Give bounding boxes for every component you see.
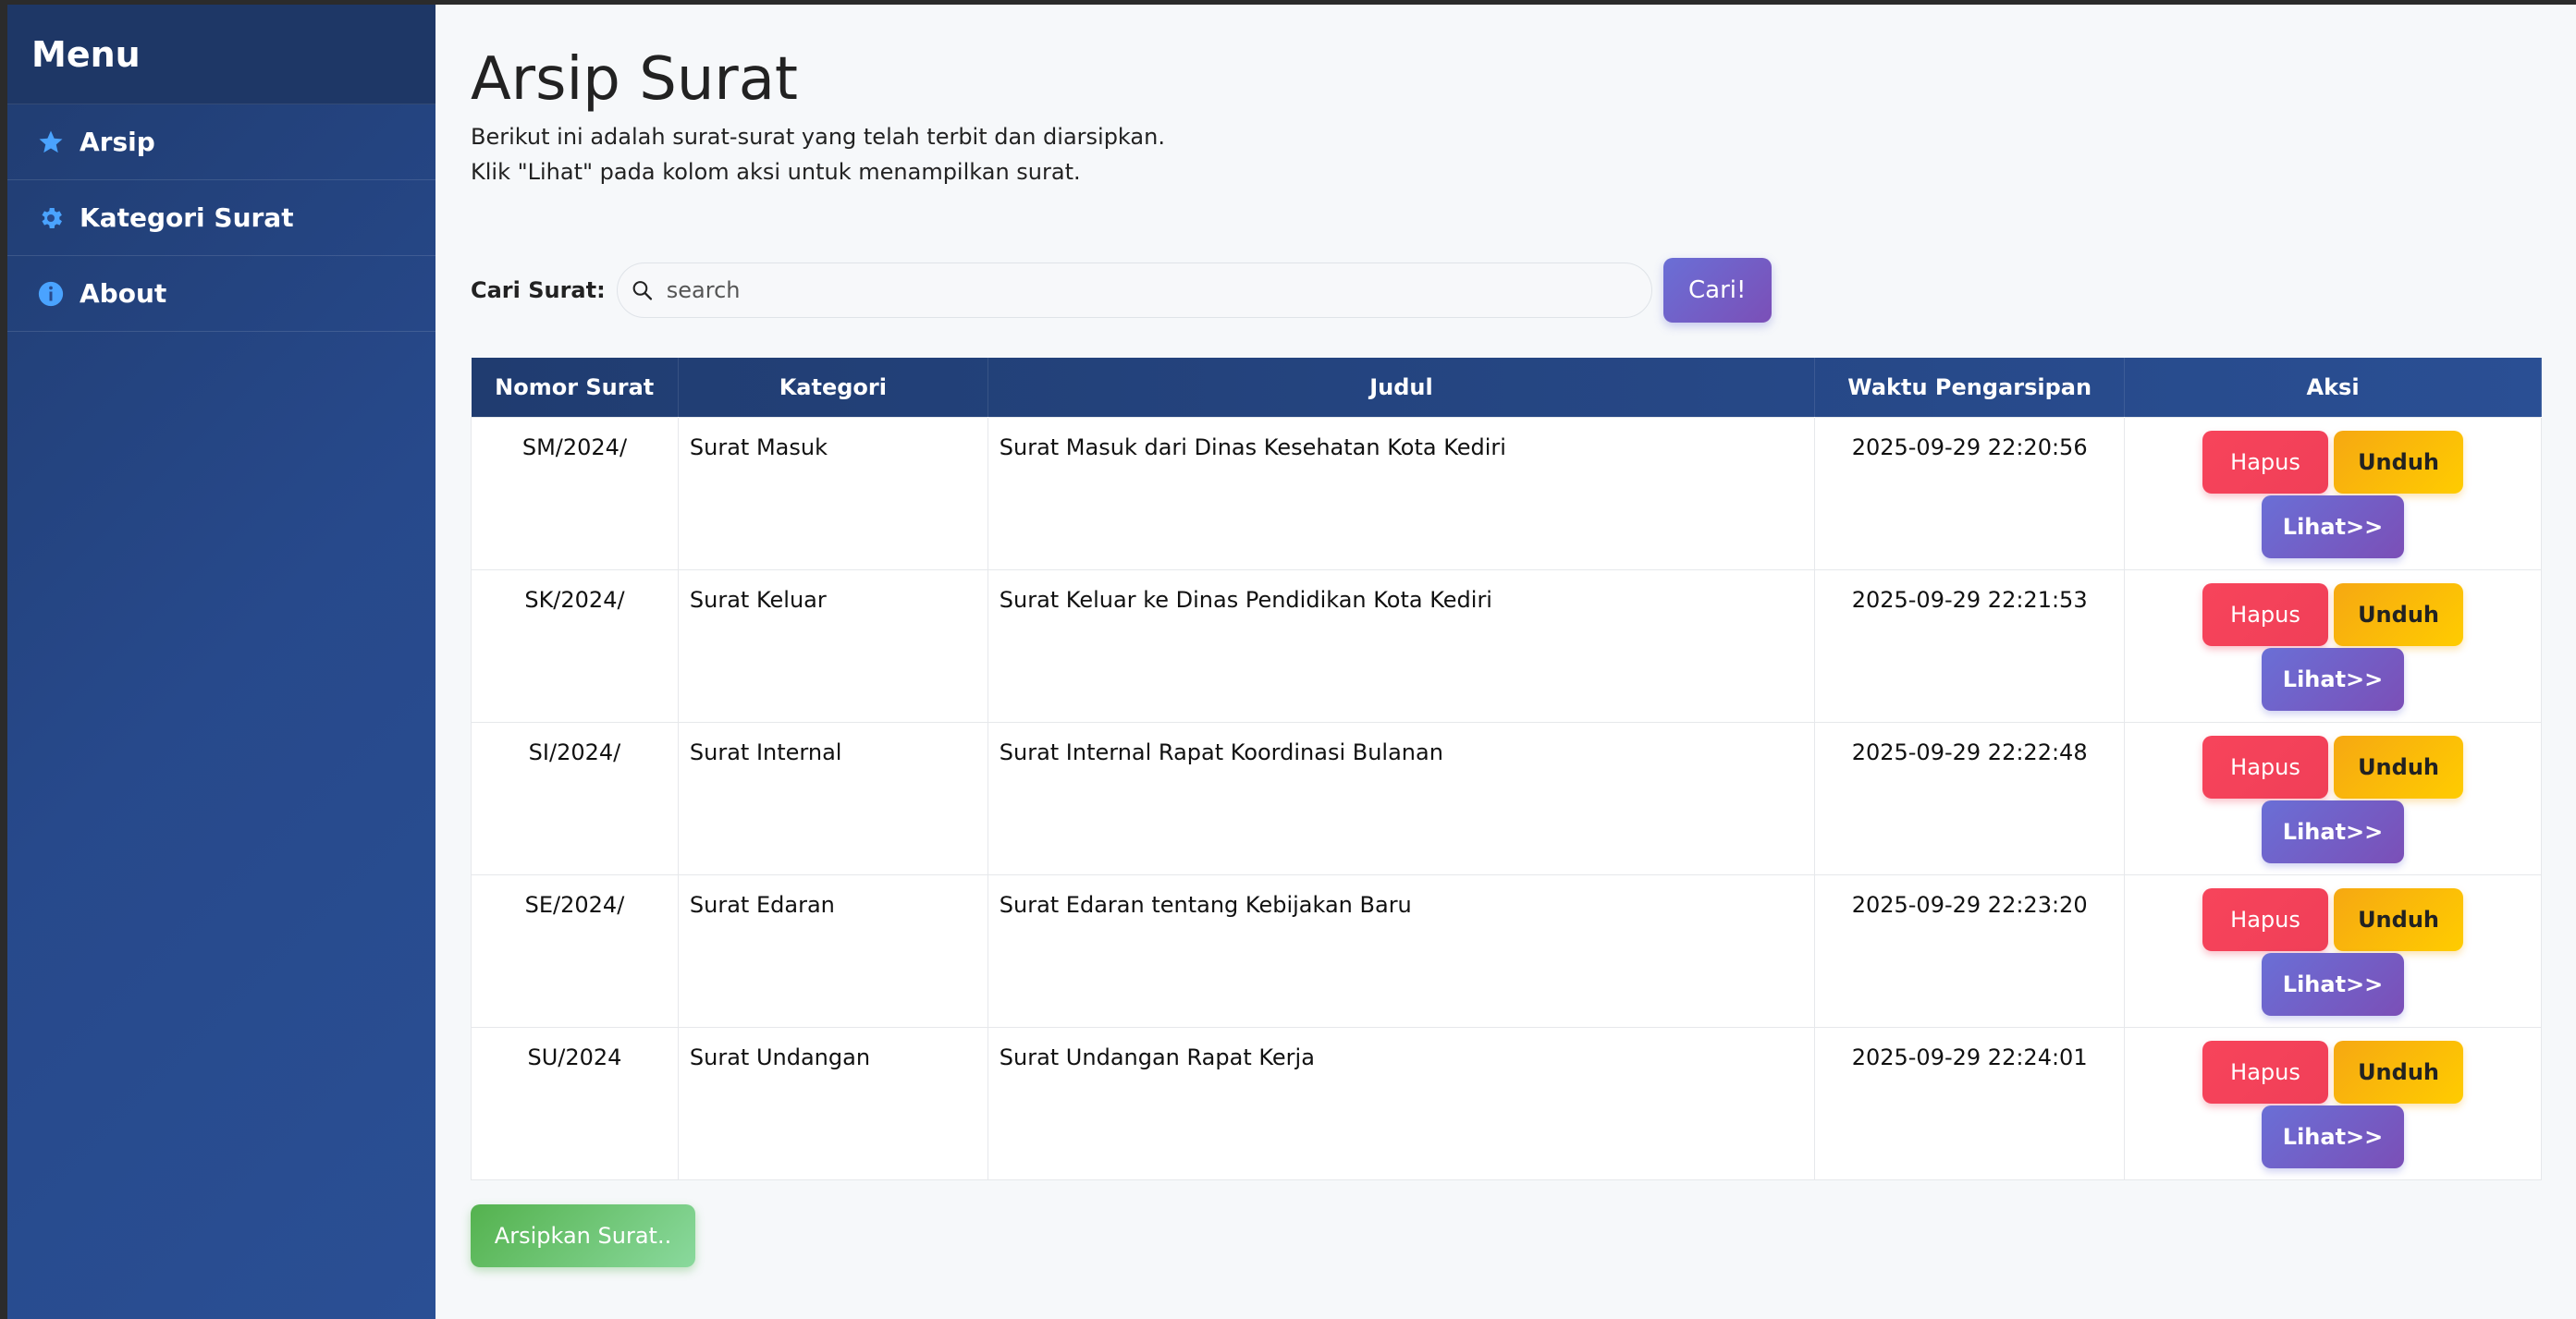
- cell-aksi: Hapus Unduh Lihat>>: [2124, 721, 2542, 875]
- sidebar-item-label: Kategori Surat: [80, 202, 294, 233]
- sidebar: Menu Arsip Kategori Surat About: [7, 5, 435, 1319]
- cell-waktu: 2025-09-29 22:22:48: [1814, 721, 2126, 875]
- search-label: Cari Surat:: [471, 277, 606, 303]
- sidebar-header: Menu: [7, 5, 435, 104]
- cell-judul: Surat Edaran tentang Kebijakan Baru: [987, 873, 1816, 1028]
- table-header-row: Nomor Surat Kategori Judul Waktu Pengars…: [471, 358, 2542, 417]
- cell-nomor-surat: SI/2024/: [471, 721, 679, 875]
- sidebar-item-label: Arsip: [80, 127, 155, 157]
- cell-judul: Surat Keluar ke Dinas Pendidikan Kota Ke…: [987, 568, 1816, 723]
- archive-table: Nomor Surat Kategori Judul Waktu Pengars…: [471, 358, 2542, 1180]
- table-row: SK/2024/ Surat Keluar Surat Keluar ke Di…: [471, 568, 2542, 723]
- unduh-button[interactable]: Unduh: [2334, 430, 2464, 494]
- description-line: Berikut ini adalah surat-surat yang tela…: [471, 124, 1165, 150]
- cell-waktu: 2025-09-29 22:24:01: [1814, 1026, 2126, 1180]
- hapus-button[interactable]: Hapus: [2202, 430, 2329, 494]
- cell-kategori: Surat Undangan: [677, 1026, 988, 1180]
- search-input[interactable]: [666, 277, 1651, 303]
- sidebar-title: Menu: [31, 33, 141, 75]
- hapus-button[interactable]: Hapus: [2202, 735, 2329, 799]
- column-header-waktu-pengarsipan[interactable]: Waktu Pengarsipan: [1814, 358, 2126, 417]
- page-description: Berikut ini adalah surat-surat yang tela…: [471, 119, 2542, 189]
- cell-judul: Surat Internal Rapat Koordinasi Bulanan: [987, 721, 1816, 875]
- search-box[interactable]: [616, 263, 1652, 318]
- sidebar-item-kategori-surat[interactable]: Kategori Surat: [7, 180, 435, 256]
- cell-kategori: Surat Keluar: [677, 568, 988, 723]
- cell-waktu: 2025-09-29 22:23:20: [1814, 873, 2126, 1028]
- lihat-button[interactable]: Lihat>>: [2262, 800, 2405, 863]
- cell-waktu: 2025-09-29 22:20:56: [1814, 416, 2126, 570]
- table-row: SE/2024/ Surat Edaran Surat Edaran tenta…: [471, 873, 2542, 1028]
- column-header-aksi: Aksi: [2124, 358, 2542, 417]
- unduh-button[interactable]: Unduh: [2334, 1040, 2464, 1104]
- cell-judul: Surat Undangan Rapat Kerja: [987, 1026, 1816, 1180]
- cell-aksi: Hapus Unduh Lihat>>: [2124, 1026, 2542, 1180]
- search-icon: [632, 281, 652, 300]
- cell-nomor-surat: SK/2024/: [471, 568, 679, 723]
- sidebar-item-arsip[interactable]: Arsip: [7, 104, 435, 180]
- lihat-button[interactable]: Lihat>>: [2262, 647, 2405, 711]
- column-header-kategori[interactable]: Kategori: [678, 358, 988, 417]
- cell-aksi: Hapus Unduh Lihat>>: [2124, 873, 2542, 1028]
- sidebar-item-about[interactable]: About: [7, 256, 435, 332]
- cell-nomor-surat: SM/2024/: [471, 416, 679, 570]
- table-row: SU/2024 Surat Undangan Surat Undangan Ra…: [471, 1026, 2542, 1180]
- hapus-button[interactable]: Hapus: [2202, 582, 2329, 646]
- cell-kategori: Surat Edaran: [677, 873, 988, 1028]
- unduh-button[interactable]: Unduh: [2334, 735, 2464, 799]
- unduh-button[interactable]: Unduh: [2334, 887, 2464, 951]
- info-icon: [35, 278, 67, 310]
- table-row: SI/2024/ Surat Internal Surat Internal R…: [471, 721, 2542, 875]
- sidebar-item-label: About: [80, 278, 167, 309]
- cell-waktu: 2025-09-29 22:21:53: [1814, 568, 2126, 723]
- search-button[interactable]: Cari!: [1662, 258, 1772, 323]
- cell-aksi: Hapus Unduh Lihat>>: [2124, 568, 2542, 723]
- hapus-button[interactable]: Hapus: [2202, 1040, 2329, 1104]
- cell-aksi: Hapus Unduh Lihat>>: [2124, 416, 2542, 570]
- search-row: Cari Surat: Cari!: [471, 258, 2542, 323]
- star-icon: [35, 127, 67, 158]
- cell-nomor-surat: SU/2024: [471, 1026, 679, 1180]
- app-window: Menu Arsip Kategori Surat About Arsip Su…: [7, 5, 2576, 1319]
- lihat-button[interactable]: Lihat>>: [2262, 495, 2405, 558]
- gear-icon: [35, 202, 67, 234]
- unduh-button[interactable]: Unduh: [2334, 582, 2464, 646]
- cell-kategori: Surat Masuk: [677, 416, 988, 570]
- cell-nomor-surat: SE/2024/: [471, 873, 679, 1028]
- hapus-button[interactable]: Hapus: [2202, 887, 2329, 951]
- arsipkan-surat-button[interactable]: Arsipkan Surat..: [471, 1203, 695, 1267]
- cell-kategori: Surat Internal: [677, 721, 988, 875]
- column-header-judul[interactable]: Judul: [987, 358, 1816, 417]
- main-content: Arsip Surat Berikut ini adalah surat-sur…: [435, 5, 2576, 1319]
- table-row: SM/2024/ Surat Masuk Surat Masuk dari Di…: [471, 416, 2542, 570]
- lihat-button[interactable]: Lihat>>: [2262, 1105, 2405, 1168]
- cell-judul: Surat Masuk dari Dinas Kesehatan Kota Ke…: [987, 416, 1816, 570]
- page-title: Arsip Surat: [471, 45, 798, 114]
- description-line: Klik "Lihat" pada kolom aksi untuk menam…: [471, 159, 1081, 185]
- column-header-nomor-surat[interactable]: Nomor Surat: [471, 358, 679, 417]
- lihat-button[interactable]: Lihat>>: [2262, 952, 2405, 1016]
